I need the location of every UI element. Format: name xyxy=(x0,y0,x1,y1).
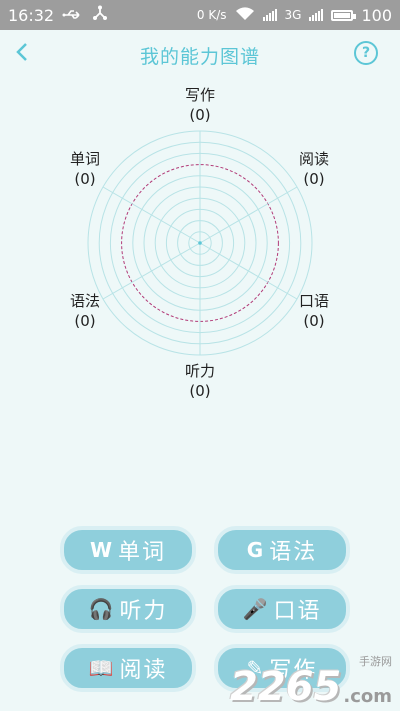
axis-value: (0) xyxy=(74,312,96,330)
category-button[interactable]: 📖 阅读 xyxy=(60,644,196,692)
axis-value: (0) xyxy=(74,170,96,188)
signal-icon xyxy=(262,9,277,21)
axis-name: 听力 xyxy=(184,362,215,380)
axis-value: (0) xyxy=(303,170,325,188)
axis-name: 语法 xyxy=(69,292,100,310)
category-button-label: 阅读 xyxy=(119,658,168,683)
radar-spoke xyxy=(199,186,298,244)
axis-name: 口语 xyxy=(298,292,329,310)
radar-axis-label: 语法 (0) xyxy=(50,291,120,331)
radar-axis-label: 口语 (0) xyxy=(279,291,349,331)
radar-axis-label: 写作 (0) xyxy=(165,85,235,125)
category-button-label: 语法 xyxy=(269,540,318,565)
category-button[interactable]: 🎤 口语 xyxy=(214,585,350,633)
watermark-suffix: .com xyxy=(343,686,392,707)
category-button[interactable]: W 单词 xyxy=(60,526,196,574)
radar-spoke xyxy=(102,186,201,244)
radar-axis-label: 听力 (0) xyxy=(165,361,235,401)
axis-value: (0) xyxy=(303,312,325,330)
category-button[interactable]: G 语法 xyxy=(214,526,350,574)
share-icon xyxy=(92,5,108,25)
axis-value: (0) xyxy=(189,106,211,124)
battery-level: 100 xyxy=(361,5,392,25)
radar-axis-label: 阅读 (0) xyxy=(279,149,349,189)
book-icon: 📖 xyxy=(88,656,114,680)
category-button-label: 单词 xyxy=(118,540,167,565)
axis-value: (0) xyxy=(189,382,211,400)
signal-type: 3G xyxy=(284,8,302,22)
wifi-icon xyxy=(235,6,255,25)
axis-name: 阅读 xyxy=(298,150,329,168)
watermark-logo: 手游网 2265 .com xyxy=(230,655,392,710)
word-icon: W xyxy=(89,538,113,562)
usb-icon xyxy=(62,6,84,25)
radar-axis-label: 单词 (0) xyxy=(50,149,120,189)
headphones-icon: 🎧 xyxy=(88,597,114,621)
header: 我的能力图谱 ? xyxy=(0,30,400,76)
microphone-icon: 🎤 xyxy=(242,597,268,621)
net-speed: 0 K/s xyxy=(196,8,227,22)
ability-radar-chart: 写作 (0) 阅读 (0) 口语 (0) 听力 (0) 语法 (0) 单词 (0) xyxy=(0,80,400,410)
axis-name: 写作 xyxy=(184,86,215,104)
watermark-text: 手游网 xyxy=(359,655,392,668)
grammar-icon: G xyxy=(246,538,264,562)
signal-icon-2 xyxy=(309,9,324,21)
category-button-label: 口语 xyxy=(273,599,322,624)
status-bar: 16:32 0 K/s 3G 100 xyxy=(0,0,400,30)
battery-icon xyxy=(331,9,357,21)
axis-name: 单词 xyxy=(69,150,100,168)
category-button[interactable]: 🎧 听力 xyxy=(60,585,196,633)
category-button-label: 听力 xyxy=(119,599,168,624)
page-title: 我的能力图谱 xyxy=(139,46,260,68)
clock: 16:32 xyxy=(8,5,55,25)
radar-point xyxy=(198,241,202,245)
watermark-number: 2265 xyxy=(230,664,342,710)
question-circle-icon[interactable]: ? xyxy=(354,41,378,65)
